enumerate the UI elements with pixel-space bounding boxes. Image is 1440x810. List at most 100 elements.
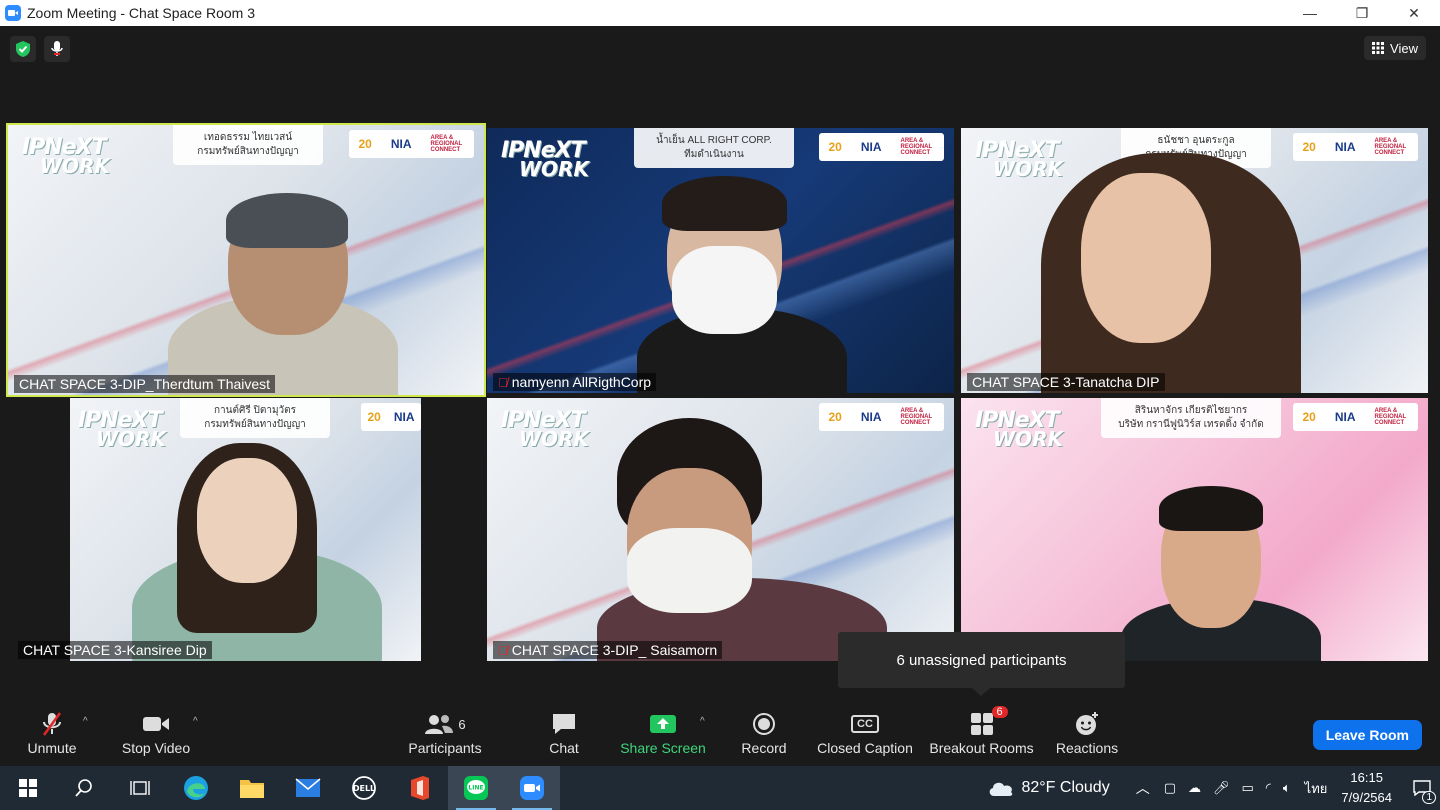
video-tile-saisamorn[interactable]: IPNeXT WORK 20 NIA AREA & REGIONAL CONNECT … bbox=[487, 398, 954, 661]
input-language[interactable]: ไทย bbox=[1305, 778, 1328, 799]
clock-date: 7/9/2564 bbox=[1341, 790, 1392, 805]
meeting-toolbar: Unmute ^ Stop Video ^ 6 Participants Cha… bbox=[0, 700, 1440, 766]
muted-microphone-icon bbox=[42, 712, 62, 736]
participants-button[interactable]: 6 Participants bbox=[408, 710, 482, 756]
office-icon bbox=[411, 776, 429, 800]
window-title: Zoom Meeting - Chat Space Room 3 bbox=[27, 5, 255, 21]
share-screen-icon bbox=[650, 715, 676, 733]
video-tile-kansiree[interactable]: IPNeXT WORK กานต์ศิรี ปิตามุวัตร กรมทรัพย… bbox=[12, 398, 421, 661]
search-button[interactable] bbox=[56, 766, 112, 810]
system-clock[interactable]: 16:15 7/9/2564 bbox=[1341, 768, 1392, 808]
unmute-button[interactable]: Unmute bbox=[26, 710, 78, 756]
breakout-count-badge: 6 bbox=[991, 706, 1008, 718]
unassigned-participants-tooltip: 6 unassigned participants bbox=[838, 632, 1125, 696]
participant-name-label: 🎙̸ namyenn AllRigthCorp bbox=[493, 373, 657, 391]
smiley-plus-icon bbox=[1076, 712, 1098, 735]
video-tile-tanatcha[interactable]: IPNeXTWORK ธนัชชา อุนตระกูล กรมทรัพย์สิน… bbox=[961, 128, 1428, 393]
edge-browser-icon bbox=[184, 776, 208, 800]
leave-room-button[interactable]: Leave Room bbox=[1312, 720, 1422, 750]
video-tile-participant-6[interactable]: IPNeXT WORK สิรินหาจักร เกียรติไชยากร บริ… bbox=[961, 398, 1428, 661]
ipnextwork-logo: IPNeXT WORK bbox=[975, 408, 1063, 451]
volume-icon[interactable]: 🔈︎ bbox=[1283, 780, 1291, 796]
edge-app[interactable] bbox=[168, 766, 224, 810]
video-tile-therdtum[interactable]: IPNeXT WORK เทอดธรรม ไทยเวสน์ กรมทรัพย์สิ… bbox=[6, 123, 486, 397]
zoom-app[interactable] bbox=[504, 766, 560, 810]
office-app[interactable] bbox=[392, 766, 448, 810]
participant-name-label: CHAT SPACE 3-DIP_Therdtum Thaivest bbox=[14, 375, 276, 393]
cc-icon: CC bbox=[851, 715, 879, 733]
share-screen-button[interactable]: Share Screen bbox=[620, 710, 706, 756]
folder-icon bbox=[240, 780, 264, 798]
chat-button[interactable]: Chat bbox=[549, 710, 579, 756]
chevron-up-icon[interactable]: ︿ bbox=[1136, 778, 1150, 798]
mail-envelope-icon bbox=[295, 778, 321, 797]
sponsor-logos: 20 NIA AREA & REGIONAL CONNECT bbox=[349, 130, 474, 158]
notification-count-badge: 1 bbox=[1422, 791, 1436, 804]
view-button[interactable]: View bbox=[1364, 36, 1426, 60]
svg-text:LINE: LINE bbox=[468, 785, 483, 792]
closed-caption-button[interactable]: CC Closed Caption bbox=[817, 710, 913, 756]
muted-mic-icon: 🎙̸ bbox=[498, 642, 508, 658]
line-messenger-icon: LINE bbox=[464, 776, 488, 800]
video-options-caret[interactable]: ^ bbox=[193, 716, 198, 727]
windows-logo-icon bbox=[19, 779, 37, 797]
meeting-area: View IPNeXT WORK เทอดธรรม ไทยเวสน์ กรมทรั… bbox=[0, 26, 1440, 766]
video-camera-icon bbox=[143, 717, 169, 731]
file-explorer-app[interactable] bbox=[224, 766, 280, 810]
task-view-button[interactable] bbox=[112, 766, 168, 810]
face-mask bbox=[672, 246, 777, 334]
share-options-caret[interactable]: ^ bbox=[700, 716, 705, 727]
top-status-icons bbox=[10, 36, 70, 62]
participants-icon bbox=[425, 715, 454, 734]
ipnextwork-logo: IPNeXT WORK bbox=[501, 408, 589, 451]
participant-name-label: CHAT SPACE 3-Kansiree Dip bbox=[18, 641, 212, 659]
battery-icon[interactable]: ▭ bbox=[1242, 780, 1254, 796]
windows-taskbar: DELL LINE 82°F Cloudy ︿ ▢ ☁ 🎤︎ ▭ ◜ 🔈︎ ไท… bbox=[0, 766, 1440, 810]
face-mask bbox=[627, 528, 752, 613]
sponsor-logos: 20 NIA bbox=[361, 403, 421, 431]
svg-text:DELL: DELL bbox=[353, 784, 375, 793]
view-label: View bbox=[1390, 40, 1418, 56]
audio-indicator-icon[interactable] bbox=[44, 36, 70, 62]
microphone-tray-icon[interactable]: 🎤︎ bbox=[1213, 780, 1230, 796]
reactions-button[interactable]: Reactions bbox=[1056, 710, 1118, 756]
name-tag-banner: เทอดธรรม ไทยเวสน์ กรมทรัพย์สินทางปัญญา bbox=[173, 125, 323, 165]
sponsor-logos: 20 NIA AREA & REGIONAL CONNECT bbox=[819, 133, 944, 161]
sponsor-logos: 20 NIA AREA & REGIONAL CONNECT bbox=[819, 403, 944, 431]
mail-app[interactable] bbox=[280, 766, 336, 810]
meet-now-icon[interactable]: ▢ bbox=[1164, 780, 1176, 796]
cloud-icon bbox=[990, 782, 1013, 796]
ipnextwork-logo: IPNeXT WORK bbox=[501, 138, 589, 181]
name-tag-banner: สิรินหาจักร เกียรติไชยากร บริษัท กรานีฟู… bbox=[1101, 398, 1281, 438]
breakout-rooms-button[interactable]: 6 Breakout Rooms bbox=[929, 706, 1034, 756]
maximize-button[interactable]: ❐ bbox=[1336, 0, 1388, 26]
audio-options-caret[interactable]: ^ bbox=[83, 716, 88, 727]
zoom-app-icon bbox=[5, 5, 21, 21]
close-button[interactable]: ✕ bbox=[1388, 0, 1440, 26]
system-tray: 82°F Cloudy ︿ ▢ ☁ 🎤︎ ▭ ◜ 🔈︎ ไทย 16:15 7/… bbox=[987, 766, 1440, 810]
breakout-rooms-icon bbox=[970, 713, 993, 735]
grid-icon bbox=[1372, 42, 1385, 54]
start-button[interactable] bbox=[0, 766, 56, 810]
stop-video-button[interactable]: Stop Video bbox=[121, 710, 191, 756]
wifi-icon[interactable]: ◜ bbox=[1266, 780, 1271, 796]
line-app[interactable]: LINE bbox=[448, 766, 504, 810]
weather-widget[interactable]: 82°F Cloudy bbox=[987, 779, 1110, 797]
search-icon bbox=[75, 779, 92, 797]
record-button[interactable]: Record bbox=[741, 710, 787, 756]
minimize-button[interactable]: — bbox=[1284, 0, 1336, 26]
notification-center-button[interactable]: 1 bbox=[1404, 766, 1440, 810]
ipnextwork-logo: IPNeXT WORK bbox=[22, 135, 110, 178]
security-shield-icon[interactable] bbox=[10, 36, 36, 62]
onedrive-cloud-icon[interactable]: ☁ bbox=[1188, 780, 1201, 796]
dell-logo-icon: DELL bbox=[352, 776, 376, 800]
name-tag-banner: กานต์ศิรี ปิตามุวัตร กรมทรัพย์สินทางปัญญ… bbox=[180, 398, 330, 438]
dell-app[interactable]: DELL bbox=[336, 766, 392, 810]
name-tag-banner: น้ำเย็น ALL RIGHT CORP. ทีมดำเนินงาน bbox=[634, 128, 794, 168]
zoom-icon bbox=[520, 776, 544, 800]
muted-mic-icon: 🎙̸ bbox=[498, 374, 508, 390]
window-controls: — ❐ ✕ bbox=[1284, 0, 1440, 26]
participant-name-label: 🎙̸ CHAT SPACE 3-DIP_ Saisamorn bbox=[493, 641, 723, 659]
title-bar: Zoom Meeting - Chat Space Room 3 — ❐ ✕ bbox=[0, 0, 1440, 26]
video-tile-namyenn[interactable]: IPNeXT WORK น้ำเย็น ALL RIGHT CORP. ทีมดำ… bbox=[487, 128, 954, 393]
